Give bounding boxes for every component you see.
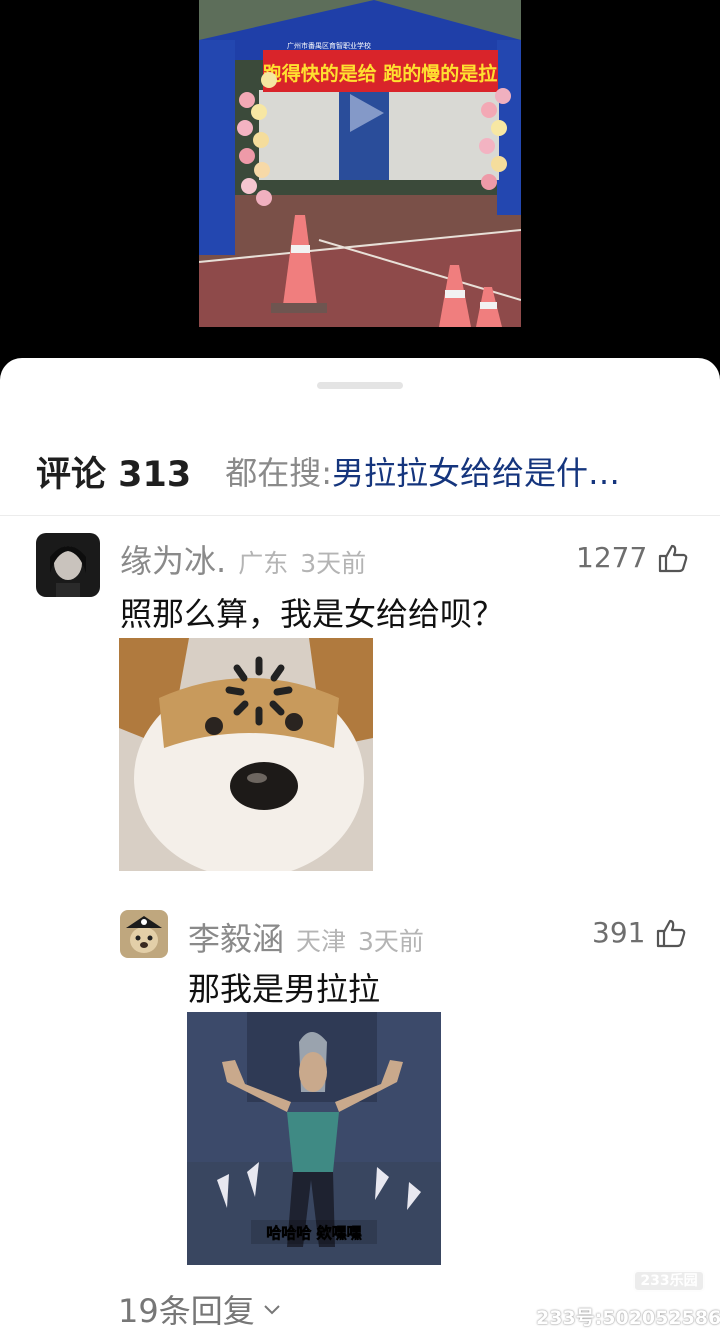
- like-count: 1277: [576, 541, 648, 574]
- header-divider: [0, 515, 720, 516]
- watermark-id: 233号:502052586: [536, 1307, 720, 1329]
- replies-count: 19条回复: [118, 1292, 255, 1330]
- like-button[interactable]: 1277: [576, 541, 689, 574]
- comment-time: 3天前: [358, 927, 424, 956]
- video-player[interactable]: 跑得快的是给 跑的慢的是拉 广州市番禺区育智职业学校: [0, 0, 720, 360]
- thumbs-up-icon[interactable]: [657, 542, 689, 574]
- comment-region: 广东: [238, 549, 289, 578]
- avatar[interactable]: [120, 910, 168, 958]
- comments-count-title: 评论 313: [36, 454, 192, 495]
- comment-region: 天津: [296, 927, 347, 956]
- comment-username[interactable]: 李毅涵: [188, 914, 284, 960]
- comment-image-dancing-character[interactable]: 哈哈哈 欸嘿嘿: [187, 1012, 441, 1265]
- trending-search-label: 都在搜:: [225, 454, 333, 492]
- play-icon[interactable]: [340, 88, 390, 138]
- watermark-logo: 233乐园: [633, 1270, 705, 1292]
- comment-user-line: 李毅涵 天津 3天前: [188, 914, 424, 960]
- like-count: 391: [592, 916, 646, 949]
- comments-sheet: 评论 313 都在搜: 男拉拉女给给是什… 缘为冰. 广东 3天前 1277 照…: [0, 358, 720, 1335]
- avatar[interactable]: [36, 533, 100, 597]
- comment-time: 3天前: [300, 549, 367, 578]
- view-replies-link[interactable]: 19条回复: [118, 1286, 283, 1332]
- meme-caption: 哈哈哈 欸嘿嘿: [266, 1224, 361, 1242]
- comment-text: 那我是男拉拉: [188, 970, 381, 1008]
- comment-image-loading-dog[interactable]: [119, 638, 373, 871]
- trending-search-link[interactable]: 男拉拉女给给是什…: [332, 448, 620, 494]
- comment-username[interactable]: 缘为冰.: [120, 536, 226, 582]
- banner-text: 跑得快的是给 跑的慢的是拉: [263, 62, 498, 85]
- banner-subtitle: 广州市番禺区育智职业学校: [287, 41, 371, 50]
- chevron-down-icon: [264, 1305, 280, 1315]
- comment-user-line: 缘为冰. 广东 3天前: [120, 536, 366, 582]
- comments-header: 评论 313 都在搜: 男拉拉女给给是什…: [36, 446, 690, 496]
- comment-text: 照那么算，我是女给给呗？: [120, 595, 505, 633]
- drag-handle[interactable]: [317, 382, 403, 389]
- video-thumbnail[interactable]: 跑得快的是给 跑的慢的是拉 广州市番禺区育智职业学校: [199, 0, 521, 327]
- thumbs-up-icon[interactable]: [655, 917, 687, 949]
- like-button[interactable]: 391: [592, 916, 687, 949]
